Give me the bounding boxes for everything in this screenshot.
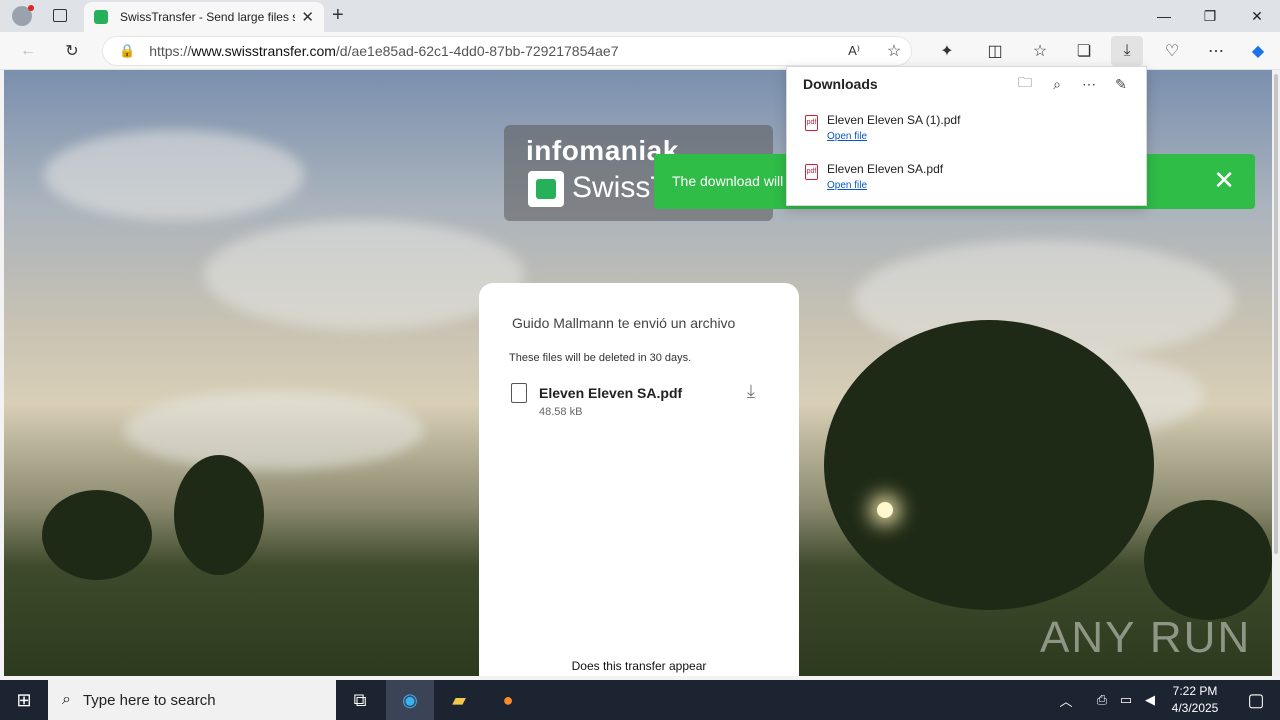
transfer-footer-text: Does this transfer appear [571, 659, 707, 673]
file-icon [511, 383, 527, 403]
download-item-name: Eleven Eleven SA.pdf [827, 162, 944, 176]
search-icon: ⌕ [62, 691, 71, 708]
firefox-icon[interactable]: ● [484, 680, 532, 720]
pdf-file-icon: pdf [805, 164, 818, 180]
device-icon[interactable]: ⎙ [1090, 680, 1114, 720]
task-view-icon[interactable]: ⧉ [336, 680, 384, 720]
clock-time: 7:22 PM [1172, 684, 1218, 698]
back-button[interactable]: ← [12, 36, 44, 66]
split-screen-icon[interactable]: ◫ [979, 36, 1011, 66]
minimize-button[interactable]: — [1141, 0, 1187, 32]
open-folder-icon[interactable]: 🗀 [1012, 73, 1038, 95]
browser-essentials-icon[interactable]: ♡ [1156, 36, 1188, 66]
open-file-link[interactable]: Open file [827, 180, 867, 191]
downloads-button[interactable]: ⤓ [1111, 36, 1143, 66]
tab-swisstransfer[interactable]: SwissTransfer - Send large files se ✕ [84, 2, 324, 32]
collections-icon[interactable]: ❏ [1068, 36, 1100, 66]
taskbar: ⊞ ⌕ Type here to search ⧉ ◉ ▰ ● ︿ ⎙ ▭ ◀ … [0, 680, 1280, 720]
title-bar: SwissTransfer - Send large files se ✕ + … [0, 0, 1280, 32]
edge-browser-icon[interactable]: ◉ [386, 680, 434, 720]
toast-message: The download will [672, 173, 784, 189]
page-scrollbar[interactable] [1272, 70, 1280, 676]
more-options-icon[interactable]: ⋯ [1076, 73, 1102, 95]
volume-icon[interactable]: ◀ [1138, 680, 1162, 720]
swisstransfer-favicon-icon [94, 10, 108, 24]
copilot-icon[interactable]: ◆ [1242, 36, 1274, 66]
open-file-link[interactable]: Open file [827, 131, 867, 142]
pin-icon[interactable]: ✎ [1108, 73, 1134, 95]
file-name[interactable]: Eleven Eleven SA.pdf [539, 385, 682, 401]
read-aloud-icon[interactable]: A⁾ [838, 36, 870, 66]
restore-button[interactable]: ❐ [1187, 0, 1233, 32]
profile-notification-dot [28, 5, 34, 11]
navigation-bar: ← ↻ 🔒 https://www.swisstransfer.com/d/ae… [0, 32, 1280, 70]
new-tab-button[interactable]: + [332, 4, 344, 27]
refresh-button[interactable]: ↻ [56, 36, 88, 66]
anyrun-watermark: ANY RUN [1040, 613, 1252, 662]
url-prefix: https:// [149, 43, 192, 59]
close-window-button[interactable]: ✕ [1234, 0, 1280, 32]
close-tab-icon[interactable]: ✕ [301, 8, 314, 26]
downloads-panel: Downloads 🗀 ⌕ ⋯ ✎ pdf Eleven Eleven SA (… [786, 66, 1147, 206]
pdf-file-icon: pdf [805, 115, 818, 131]
download-file-icon[interactable]: ⤓ [747, 381, 755, 402]
extensions-icon[interactable]: ✦ [931, 36, 963, 66]
download-item[interactable]: pdf Eleven Eleven SA.pdf Open file [787, 156, 1148, 202]
network-icon[interactable]: ▭ [1114, 680, 1138, 720]
download-item[interactable]: pdf Eleven Eleven SA (1).pdf Open file [787, 107, 1148, 153]
deletion-note: These files will be deleted in 30 days. [509, 352, 692, 364]
taskbar-clock[interactable]: 7:22 PM 4/3/2025 [1160, 683, 1230, 717]
search-downloads-icon[interactable]: ⌕ [1044, 73, 1070, 95]
download-item-name: Eleven Eleven SA (1).pdf [827, 113, 961, 127]
sender-line: Guido Mallmann te envió un archivo [512, 315, 736, 331]
show-hidden-icons-icon[interactable]: ︿ [1054, 680, 1078, 720]
favorite-star-icon[interactable]: ☆ [878, 36, 910, 66]
file-explorer-icon[interactable]: ▰ [435, 680, 483, 720]
swisstransfer-logo-icon [528, 171, 564, 207]
lock-icon[interactable]: 🔒 [119, 43, 135, 59]
url-host: www.swisstransfer.com [191, 43, 336, 59]
toast-close-icon[interactable]: ✕ [1213, 166, 1235, 194]
transfer-card: Guido Mallmann te envió un archivo These… [479, 283, 799, 676]
file-size: 48.58 kB [539, 406, 583, 418]
favorites-icon[interactable]: ☆ [1024, 36, 1056, 66]
scrollbar-thumb[interactable] [1274, 74, 1278, 554]
url-path: /d/ae1e85ad-62c1-4dd0-87bb-729217854ae7 [335, 43, 619, 59]
sun [877, 502, 893, 518]
taskbar-search[interactable]: ⌕ Type here to search [48, 680, 336, 720]
downloads-title: Downloads [803, 76, 878, 92]
search-placeholder: Type here to search [82, 691, 216, 709]
notifications-icon[interactable]: ▢ [1232, 680, 1280, 720]
clock-date: 4/3/2025 [1171, 701, 1219, 715]
tab-title: SwissTransfer - Send large files se [120, 10, 296, 24]
start-windows-icon[interactable]: ⊞ [0, 680, 48, 720]
address-bar[interactable]: 🔒 https://www.swisstransfer.com/d/ae1e85… [102, 36, 912, 66]
settings-more-icon[interactable]: ⋯ [1200, 36, 1232, 66]
tab-actions-icon[interactable] [53, 9, 67, 22]
